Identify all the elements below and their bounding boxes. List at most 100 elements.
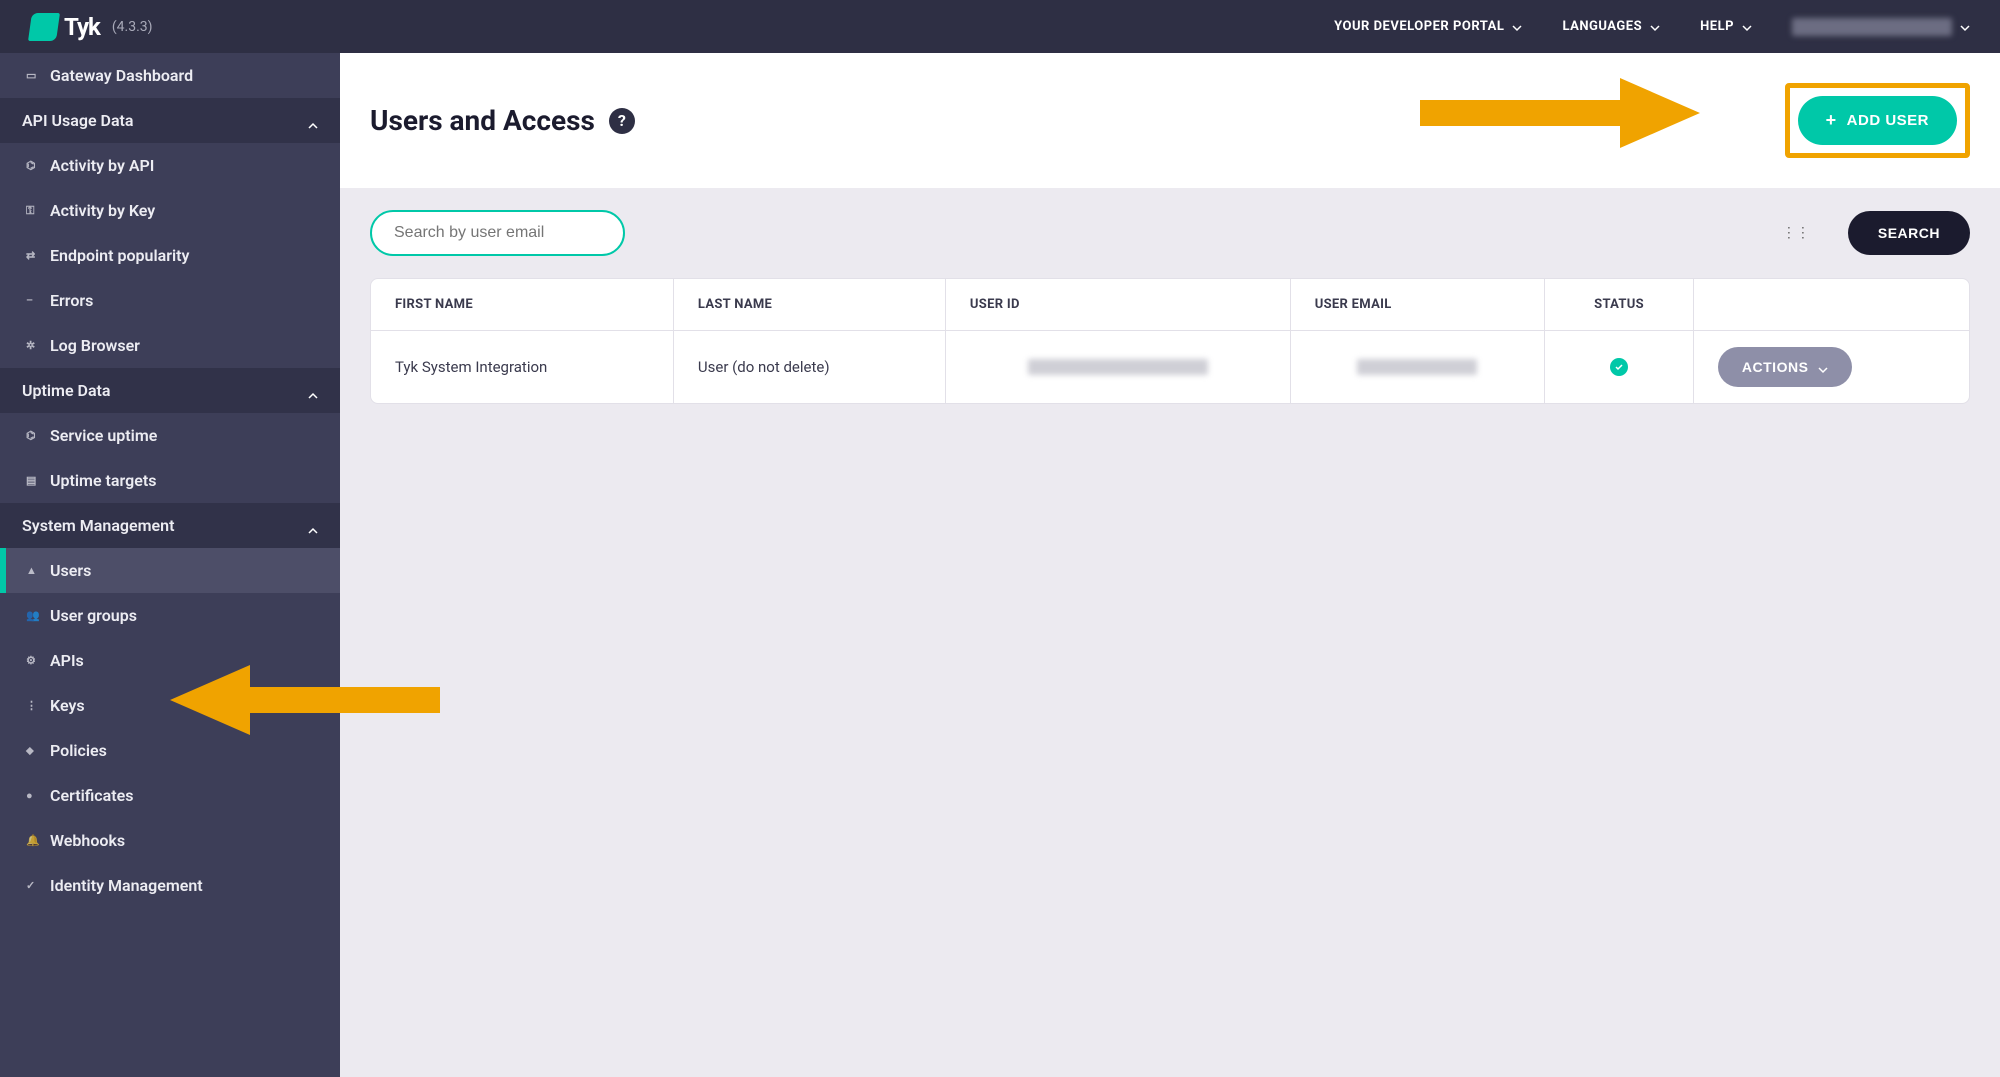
help-icon[interactable]: ?	[609, 108, 635, 134]
actions-label: ACTIONS	[1742, 359, 1809, 375]
search-wrap: ⋮⋮	[370, 210, 1828, 256]
nav-developer-portal[interactable]: YOUR DEVELOPER PORTAL	[1334, 19, 1522, 34]
annotation-highlight-box: + ADD USER	[1785, 83, 1970, 158]
page-header: Users and Access ? + ADD USER	[340, 53, 2000, 188]
search-row: ⋮⋮ SEARCH	[340, 188, 2000, 278]
sidebar-item-label: Identity Management	[50, 876, 203, 895]
brand-logo[interactable]: Tyk (4.3.3)	[30, 13, 153, 41]
password-manager-icon[interactable]: ⋮⋮	[1782, 225, 1810, 241]
sidebar-item-label: Uptime targets	[50, 471, 156, 490]
sidebar: ▭ Gateway Dashboard API Usage Data ⌬ Acti…	[0, 53, 340, 1077]
user-icon: ▲	[26, 564, 40, 578]
sidebar-group-system-mgmt[interactable]: System Management	[0, 503, 340, 548]
nav-languages[interactable]: LANGUAGES	[1562, 19, 1660, 34]
nav-label: HELP	[1700, 19, 1734, 34]
sidebar-item-identity-mgmt[interactable]: ✓ Identity Management	[0, 863, 340, 908]
sidebar-item-user-groups[interactable]: 👥 User groups	[0, 593, 340, 638]
col-user-id: USER ID	[945, 279, 1290, 331]
check-icon: ✓	[26, 879, 40, 893]
cell-user-email	[1290, 331, 1544, 404]
col-first-name: FIRST NAME	[371, 279, 673, 331]
page-title-text: Users and Access	[370, 104, 595, 137]
users-icon: 👥	[26, 609, 40, 623]
sidebar-item-label: Webhooks	[50, 831, 125, 850]
sidebar-item-label: Keys	[50, 696, 85, 715]
nav-label: YOUR DEVELOPER PORTAL	[1334, 19, 1504, 34]
search-input[interactable]	[370, 210, 625, 256]
sidebar-item-label: Activity by Key	[50, 201, 155, 220]
chevron-down-icon	[1512, 22, 1522, 32]
sidebar-item-label: APIs	[50, 651, 84, 670]
list-icon: ▤	[26, 474, 40, 488]
sidebar-item-dashboard[interactable]: ▭ Gateway Dashboard	[0, 53, 340, 98]
topbar-right: YOUR DEVELOPER PORTAL LANGUAGES HELP	[1334, 18, 1970, 36]
nav-user-menu[interactable]	[1792, 18, 1970, 36]
minus-icon: –	[26, 294, 40, 308]
sidebar-item-label: Users	[50, 561, 91, 580]
cell-user-id	[945, 331, 1290, 404]
col-last-name: LAST NAME	[673, 279, 945, 331]
table-row: Tyk System Integration User (do not dele…	[371, 331, 1969, 404]
search-button[interactable]: SEARCH	[1848, 211, 1970, 255]
sidebar-group-uptime[interactable]: Uptime Data	[0, 368, 340, 413]
chevron-up-icon	[308, 116, 318, 126]
sidebar-item-label: Gateway Dashboard	[50, 66, 193, 85]
bell-icon: 🔔	[26, 834, 40, 848]
dot-icon: ●	[26, 789, 40, 803]
key-icon: ⚿	[26, 204, 40, 218]
nav-help[interactable]: HELP	[1700, 19, 1752, 34]
active-indicator	[0, 548, 6, 593]
add-user-button[interactable]: + ADD USER	[1798, 96, 1957, 145]
sidebar-item-activity-key[interactable]: ⚿ Activity by Key	[0, 188, 340, 233]
speed-icon: ⌬	[26, 159, 40, 173]
sidebar-item-service-uptime[interactable]: ⌬Service uptime	[0, 413, 340, 458]
chevron-down-icon	[1742, 22, 1752, 32]
sidebar-item-log-browser[interactable]: ✲ Log Browser	[0, 323, 340, 368]
sidebar-item-webhooks[interactable]: 🔔 Webhooks	[0, 818, 340, 863]
sidebar-group-api-usage[interactable]: API Usage Data	[0, 98, 340, 143]
sidebar-item-apis[interactable]: ⚙ APIs	[0, 638, 340, 683]
sidebar-group-label: System Management	[22, 516, 174, 535]
cell-first-name: Tyk System Integration	[371, 331, 673, 404]
sidebar-item-uptime-targets[interactable]: ▤ Uptime targets	[0, 458, 340, 503]
sidebar-item-label: Service uptime	[50, 426, 157, 445]
bolt-icon: ⬥	[26, 744, 40, 758]
sidebar-item-keys[interactable]: ⋮ Keys	[0, 683, 340, 728]
sidebar-item-endpoint-pop[interactable]: ⇄ Endpoint popularity	[0, 233, 340, 278]
page-title: Users and Access ?	[370, 104, 635, 137]
tree-icon: ⋮	[26, 699, 40, 713]
sidebar-item-errors[interactable]: –Errors	[0, 278, 340, 323]
gears-icon: ⚙	[26, 654, 40, 668]
plus-icon: +	[1826, 110, 1837, 131]
sidebar-item-label: User groups	[50, 606, 137, 625]
cell-status	[1545, 331, 1694, 404]
chevron-down-icon	[1818, 362, 1828, 372]
redacted-user-id	[1028, 359, 1208, 375]
sidebar-item-activity-api[interactable]: ⌬ Activity by API	[0, 143, 340, 188]
row-actions-button[interactable]: ACTIONS	[1718, 347, 1853, 387]
sidebar-item-label: Endpoint popularity	[50, 246, 189, 265]
chevron-up-icon	[308, 386, 318, 396]
table-header-row: FIRST NAME LAST NAME USER ID USER EMAIL …	[371, 279, 1969, 331]
sidebar-item-label: Policies	[50, 741, 107, 760]
topbar: Tyk (4.3.3) YOUR DEVELOPER PORTAL LANGUA…	[0, 0, 2000, 53]
sidebar-group-label: API Usage Data	[22, 111, 134, 130]
sidebar-item-policies[interactable]: ⬥ Policies	[0, 728, 340, 773]
chevron-up-icon	[308, 521, 318, 531]
users-table: FIRST NAME LAST NAME USER ID USER EMAIL …	[370, 278, 1970, 404]
sidebar-item-label: Log Browser	[50, 336, 140, 355]
shuffle-icon: ⇄	[26, 249, 40, 263]
logo-mark-icon	[28, 13, 60, 41]
sidebar-item-label: Activity by API	[50, 156, 154, 175]
sidebar-item-certificates[interactable]: ●Certificates	[0, 773, 340, 818]
user-name-redacted	[1792, 18, 1952, 36]
brand-name: Tyk	[64, 13, 100, 41]
monitor-icon: ▭	[26, 69, 40, 83]
sidebar-item-label: Errors	[50, 291, 93, 310]
brand-version: (4.3.3)	[112, 19, 153, 35]
sidebar-item-users[interactable]: ▲ Users	[0, 548, 340, 593]
chevron-down-icon	[1960, 22, 1970, 32]
gear-icon: ✲	[26, 339, 40, 353]
add-user-label: ADD USER	[1847, 112, 1929, 129]
col-status: STATUS	[1545, 279, 1694, 331]
